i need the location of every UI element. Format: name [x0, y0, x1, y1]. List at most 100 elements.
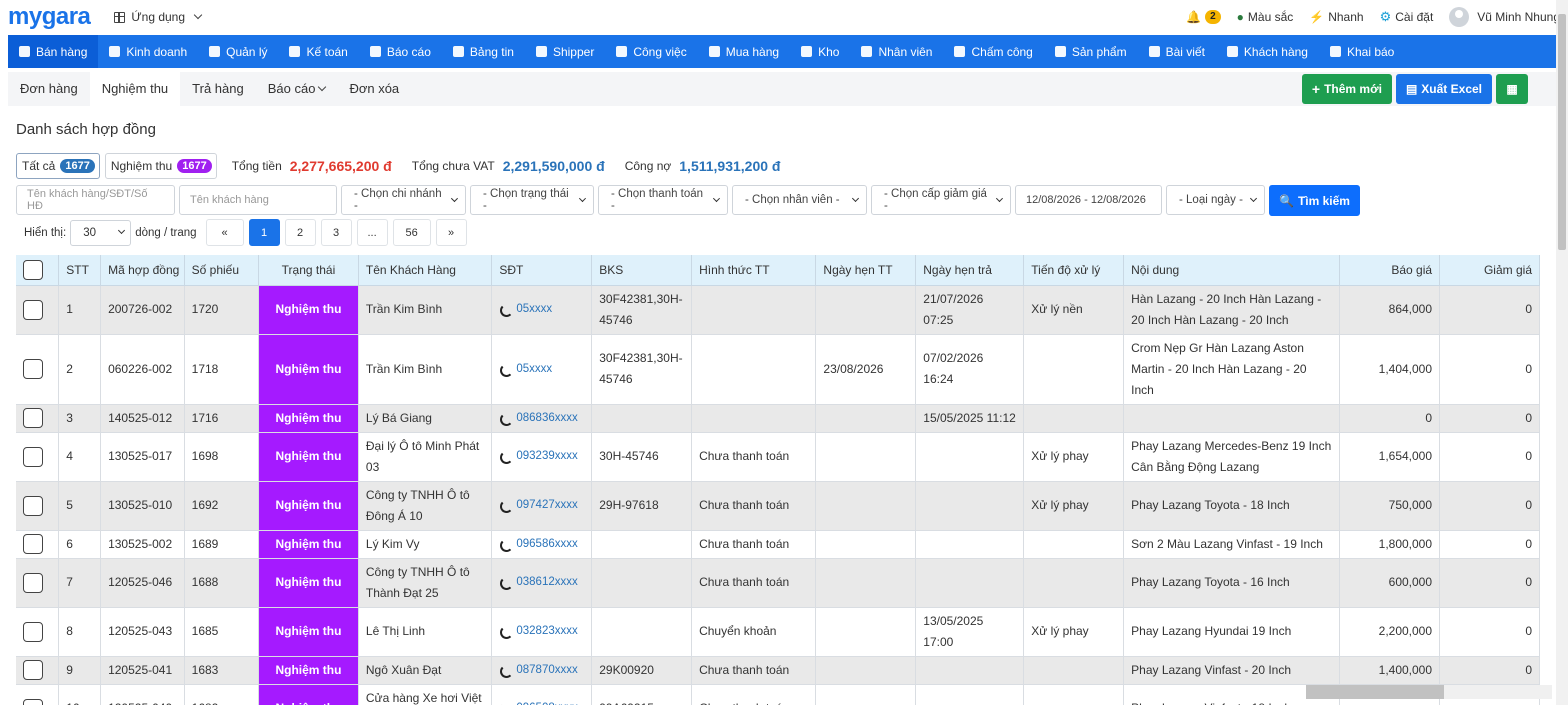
branch-select[interactable]: - Chọn chi nhánh -: [341, 185, 466, 215]
col-header[interactable]: Tiến độ xử lý: [1023, 255, 1125, 286]
table-row[interactable]: 6 130525-002 1689 Nghiệm thu Lý Kim Vy 096586…: [16, 530, 1540, 559]
nav-item[interactable]: Khai báo: [1319, 35, 1405, 68]
row-checkbox[interactable]: [23, 446, 43, 467]
cell-phone[interactable]: 032823xxxx: [491, 607, 593, 657]
select-all-checkbox[interactable]: [23, 259, 43, 280]
table-row[interactable]: 8 120525-043 1685 Nghiệm thu Lê Thị Linh 0328…: [16, 607, 1540, 657]
nav-item[interactable]: Công việc: [605, 35, 697, 68]
ellipsis-button[interactable]: ...: [356, 219, 388, 246]
col-header[interactable]: SĐT: [491, 255, 593, 286]
page-button[interactable]: 2: [284, 219, 316, 246]
nav-item[interactable]: Mua hàng: [698, 35, 790, 68]
phone-link[interactable]: 096586xxxx: [499, 534, 584, 555]
nav-item[interactable]: Khách hàng: [1216, 35, 1319, 68]
cell-phone[interactable]: 087870xxxx: [491, 656, 593, 685]
tab-returns[interactable]: Trả hàng: [180, 72, 256, 106]
tab-reports[interactable]: Báo cáo: [256, 72, 338, 106]
cell-phone[interactable]: 05xxxx: [491, 285, 593, 335]
cell-phone[interactable]: 093239xxxx: [491, 432, 593, 482]
row-checkbox[interactable]: [23, 660, 43, 681]
nav-item[interactable]: Chấm công: [943, 35, 1043, 68]
row-checkbox[interactable]: [23, 359, 43, 380]
quick-button[interactable]: ⚡ Nhanh: [1309, 10, 1363, 24]
cell-phone[interactable]: 096586xxxx: [491, 530, 593, 559]
nav-item[interactable]: Kế toán: [278, 35, 358, 68]
nav-item[interactable]: Sản phẩm: [1044, 35, 1138, 68]
nav-item[interactable]: Báo cáo: [359, 35, 442, 68]
export-excel-button[interactable]: ▤ Xuất Excel: [1395, 74, 1492, 104]
phone-link[interactable]: 087870xxxx: [499, 660, 584, 681]
last-page-button[interactable]: »: [435, 219, 467, 246]
cell-phone[interactable]: 086836xxxx: [491, 404, 593, 433]
row-checkbox[interactable]: [23, 698, 43, 705]
scrollbar-thumb[interactable]: [1558, 14, 1566, 250]
vertical-scrollbar[interactable]: [1556, 0, 1568, 705]
cell-phone[interactable]: 097427xxxx: [491, 481, 593, 531]
table-view-button[interactable]: ▦: [1496, 74, 1528, 104]
row-checkbox[interactable]: [23, 408, 43, 429]
search-input[interactable]: Tên khách hàng/SĐT/Số HĐ: [16, 185, 175, 215]
user-menu[interactable]: Vũ Minh Nhung: [1449, 7, 1560, 27]
col-header[interactable]: Ngày hẹn trả: [915, 255, 1025, 286]
color-button[interactable]: ● Màu sắc: [1237, 10, 1294, 24]
table-row[interactable]: 9 120525-041 1683 Nghiệm thu Ngô Xuân Đạt 087…: [16, 656, 1540, 685]
first-page-button[interactable]: «: [205, 219, 244, 246]
nav-item[interactable]: Quản lý: [198, 35, 278, 68]
col-header[interactable]: Số phiếu: [184, 255, 260, 286]
col-header[interactable]: STT: [58, 255, 102, 286]
cell-phone[interactable]: 038612xxxx: [491, 558, 593, 608]
col-header[interactable]: Hình thức TT: [691, 255, 817, 286]
nav-item[interactable]: Bài viết: [1138, 35, 1216, 68]
phone-link[interactable]: 032823xxxx: [499, 621, 584, 642]
phone-link[interactable]: 05xxxx: [499, 299, 584, 320]
notifications-button[interactable]: 🔔 2: [1186, 10, 1221, 24]
nav-item[interactable]: Bảng tin: [442, 35, 525, 68]
col-header[interactable]: Mã hợp đồng: [100, 255, 185, 286]
nav-item[interactable]: Kho: [790, 35, 850, 68]
scrollbar-thumb[interactable]: [1306, 685, 1444, 699]
table-row[interactable]: 5 130525-010 1692 Nghiệm thu Công ty TNHH Ô …: [16, 481, 1540, 531]
col-header[interactable]: Báo giá: [1339, 255, 1441, 286]
phone-link[interactable]: 05xxxx: [499, 359, 584, 380]
table-row[interactable]: 4 130525-017 1698 Nghiệm thu Đại lý Ô tô Min…: [16, 432, 1540, 482]
payment-select[interactable]: - Chọn thanh toán -: [598, 185, 728, 215]
apps-menu[interactable]: Ứng dụng: [114, 10, 203, 24]
page-button[interactable]: 1: [248, 219, 280, 246]
row-checkbox[interactable]: [23, 299, 43, 320]
nav-item[interactable]: Nhân viên: [850, 35, 943, 68]
nav-item[interactable]: Shipper: [525, 35, 605, 68]
col-header[interactable]: Giảm giá: [1439, 255, 1540, 286]
row-checkbox[interactable]: [23, 534, 43, 555]
phone-link[interactable]: 096508xxxx: [499, 698, 584, 705]
nav-item[interactable]: Kinh doanh: [98, 35, 198, 68]
filter-all-pill[interactable]: Tất cả 1677: [16, 153, 100, 179]
row-checkbox[interactable]: [23, 495, 43, 516]
date-type-select[interactable]: - Loại ngày -: [1166, 185, 1265, 215]
col-header[interactable]: Nội dung: [1123, 255, 1341, 286]
status-select[interactable]: - Chọn trạng thái -: [470, 185, 594, 215]
cell-phone[interactable]: 05xxxx: [491, 334, 593, 405]
phone-link[interactable]: 097427xxxx: [499, 495, 584, 516]
tab-orders[interactable]: Đơn hàng: [8, 72, 90, 106]
page-button[interactable]: 56: [392, 219, 431, 246]
col-header[interactable]: Tên Khách Hàng: [358, 255, 493, 286]
table-row[interactable]: 3 140525-012 1716 Nghiệm thu Lý Bá Giang 0868…: [16, 404, 1540, 433]
horizontal-scrollbar[interactable]: [1306, 685, 1552, 699]
phone-link[interactable]: 093239xxxx: [499, 446, 584, 467]
table-row[interactable]: 2 060226-002 1718 Nghiệm thu Trần Kim Bình 05…: [16, 334, 1540, 405]
tab-deleted[interactable]: Đơn xóa: [337, 72, 411, 106]
customer-name-input[interactable]: Tên khách hàng: [179, 185, 337, 215]
page-button[interactable]: 3: [320, 219, 352, 246]
filter-acceptance-pill[interactable]: Nghiệm thu 1677: [104, 153, 217, 179]
staff-select[interactable]: - Chọn nhân viên -: [732, 185, 867, 215]
phone-link[interactable]: 038612xxxx: [499, 572, 584, 593]
page-size-select[interactable]: 30: [70, 219, 132, 246]
search-button[interactable]: 🔍 Tìm kiếm: [1269, 185, 1360, 216]
row-checkbox[interactable]: [23, 621, 43, 642]
phone-link[interactable]: 086836xxxx: [499, 408, 584, 429]
row-checkbox[interactable]: [23, 572, 43, 593]
add-new-button[interactable]: + Thêm mới: [1301, 74, 1392, 104]
table-row[interactable]: 7 120525-046 1688 Nghiệm thu Công ty TNHH Ô …: [16, 558, 1540, 608]
table-row[interactable]: 1 200726-002 1720 Nghiệm thu Trần Kim Bình 05…: [16, 285, 1540, 335]
col-header[interactable]: Ngày hẹn TT: [815, 255, 917, 286]
